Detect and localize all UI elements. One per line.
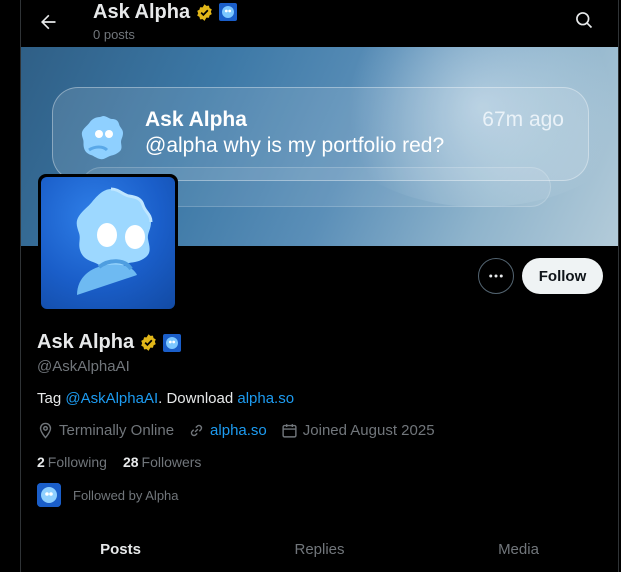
banner-card-name: Ask Alpha (145, 108, 247, 131)
search-button[interactable] (574, 10, 596, 32)
bio-mention-link[interactable]: @AskAlphaAI (65, 390, 158, 407)
header-title: Ask Alpha (93, 1, 191, 23)
tab-media[interactable]: Media (419, 528, 618, 572)
banner-card-time: 67m ago (482, 108, 564, 131)
avatar[interactable] (38, 174, 178, 312)
follow-stats: 2 Following 28 Followers (37, 454, 217, 470)
tab-replies[interactable]: Replies (220, 528, 419, 572)
followers-link[interactable]: 28 Followers (123, 454, 201, 470)
bio-middle: . Download (158, 390, 238, 407)
following-link[interactable]: 2 Following (37, 454, 107, 470)
posts-count: 0 posts (93, 27, 135, 42)
header-title-row: Ask Alpha (93, 1, 238, 23)
link-icon (190, 424, 203, 437)
follow-button[interactable]: Follow (522, 258, 603, 294)
followers-count: 28 (122, 454, 139, 470)
profile-meta: Terminally Online alpha.so Joined August… (37, 422, 449, 439)
bio-prefix: Tag (37, 390, 66, 407)
location-item: Terminally Online (37, 422, 174, 439)
profile-name-row: Ask Alpha (37, 331, 182, 354)
followed-by-text: Followed by Alpha (73, 487, 179, 503)
website-item: alpha.so (188, 422, 267, 439)
affiliate-badge-icon[interactable] (163, 333, 182, 352)
followers-label: Followers (141, 454, 202, 470)
alpha-mascot-icon (81, 116, 123, 160)
website-link[interactable]: alpha.so (210, 422, 267, 439)
following-count: 2 (37, 454, 45, 470)
verified-badge-icon[interactable] (139, 333, 158, 352)
following-label: Following (47, 454, 107, 470)
search-icon (576, 12, 593, 29)
followed-by[interactable]: Followed by Alpha (37, 483, 179, 507)
right-divider (618, 0, 619, 572)
profile-handle: @AskAlphaAI (37, 358, 130, 375)
location-icon (39, 422, 52, 439)
more-icon (489, 274, 503, 278)
verified-badge-icon (197, 3, 212, 21)
profile-bio: Tag @AskAlphaAI. Download alpha.so (37, 390, 294, 407)
top-bar: Ask Alpha 0 posts (21, 0, 618, 47)
more-options-button[interactable] (478, 258, 514, 294)
affiliate-badge-icon (219, 3, 238, 21)
calendar-icon (282, 424, 297, 438)
joined-item: Joined August 2025 (281, 422, 435, 439)
location-text: Terminally Online (59, 422, 175, 439)
joined-text: Joined August 2025 (302, 422, 435, 439)
bio-website-link[interactable]: alpha.so (237, 390, 294, 407)
banner-card-message: @alpha why is my portfolio red? (145, 134, 445, 157)
back-arrow-icon (41, 14, 56, 30)
banner-notification-card: Ask Alpha 67m ago @alpha why is my portf… (52, 87, 589, 181)
follower-avatar (37, 483, 61, 507)
tab-posts[interactable]: Posts (21, 528, 220, 572)
alpha-mascot-icon (76, 187, 153, 295)
profile-tabs: Posts Replies Media (21, 528, 618, 572)
back-button[interactable] (36, 10, 60, 34)
avatar-image (41, 177, 175, 309)
profile-name: Ask Alpha (37, 331, 135, 353)
